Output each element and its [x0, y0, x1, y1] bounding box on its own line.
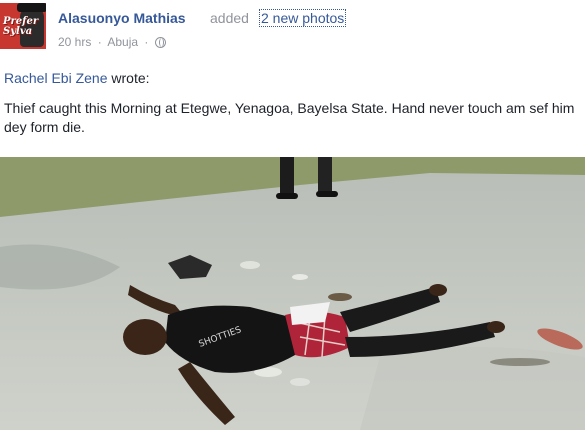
- post-photo[interactable]: SHOTTIES: [0, 157, 585, 430]
- avatar-logo-text: Prefer Sylva: [3, 17, 38, 37]
- bystander-shoe: [276, 193, 298, 199]
- meta-separator-2: ·: [144, 35, 149, 49]
- stone: [328, 293, 352, 301]
- original-author-link[interactable]: Rachel Ebi Zene: [4, 70, 108, 86]
- stick: [490, 358, 550, 366]
- bystander-leg: [280, 157, 294, 197]
- wet-patch-2: [360, 347, 585, 430]
- person-foot: [429, 284, 447, 296]
- wrote-label: wrote:: [111, 70, 150, 86]
- post-body-text: Thief caught this Morning at Etegwe, Yen…: [4, 100, 575, 135]
- post-location[interactable]: Abuja: [107, 35, 138, 49]
- bystander-shoe-2: [316, 191, 338, 197]
- bystander-leg-2: [318, 157, 332, 195]
- paper-debris-3: [240, 261, 260, 269]
- avatar[interactable]: Prefer Sylva: [0, 3, 46, 49]
- paper-debris-4: [292, 274, 308, 280]
- meta-separator: ·: [97, 35, 102, 49]
- globe-icon[interactable]: [154, 37, 166, 48]
- shared-from-line: Rachel Ebi Zene wrote:: [4, 70, 150, 86]
- author-name-link[interactable]: Alasuonyo Mathias: [58, 10, 186, 26]
- avatar-hat: [17, 3, 46, 12]
- post-timestamp[interactable]: 20 hrs: [58, 35, 91, 49]
- photo-scene: SHOTTIES: [0, 157, 585, 430]
- photos-link[interactable]: 2 new photos: [259, 9, 347, 27]
- post-action-text: added: [210, 10, 249, 26]
- person-head: [123, 319, 167, 355]
- avatar-text-line2: Sylva: [3, 26, 33, 37]
- post-meta: 20 hrs · Abuja ·: [58, 35, 169, 49]
- paper-debris-2: [290, 378, 310, 386]
- post-header: Prefer Sylva Alasuonyo Mathias added 2 n…: [0, 0, 585, 60]
- person-foot-2: [487, 321, 505, 333]
